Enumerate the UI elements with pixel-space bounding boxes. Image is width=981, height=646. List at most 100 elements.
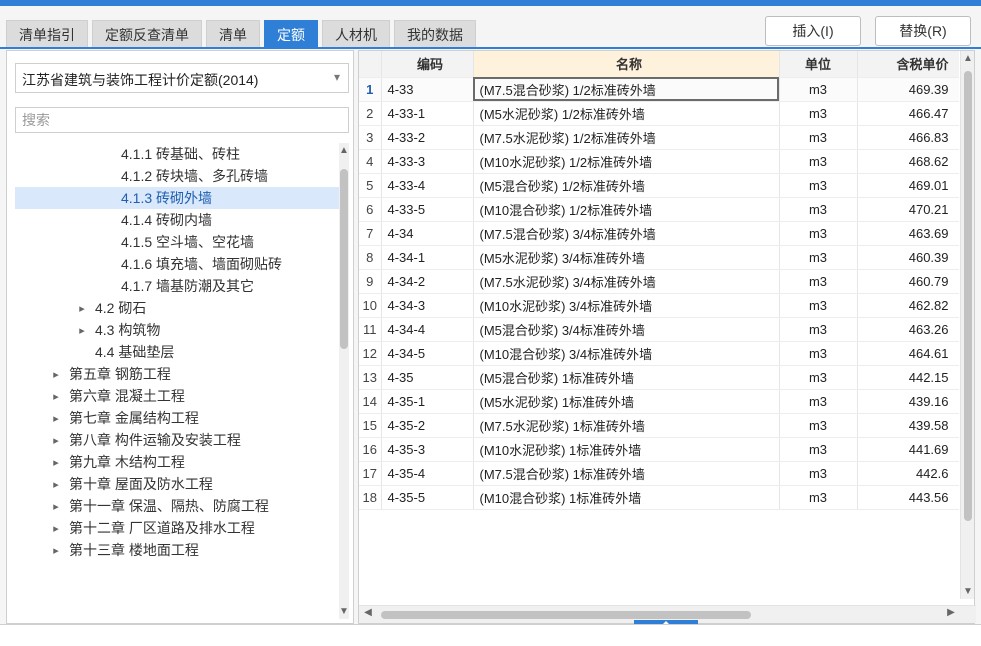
triangle-right-icon[interactable]: ▸ [49,434,63,447]
search-input[interactable] [15,107,349,133]
column-header-code[interactable]: 编码 [381,51,474,78]
tab-quota[interactable]: 定额 [264,20,318,48]
cell-price[interactable]: 469.39 [857,77,959,102]
cell-code[interactable]: 4-35-1 [381,389,474,414]
replace-button[interactable]: 替换(R) [875,16,971,46]
cell-code[interactable]: 4-35-2 [381,413,474,438]
tree-item-active[interactable]: 4.1.3 砖砌外墙 [15,187,349,209]
cell-unit[interactable]: m3 [779,389,858,414]
table-row[interactable]: 4 4-33-3 (M10水泥砂浆) 1/2标准砖外墙 m3 468.62 [359,149,959,174]
table-row[interactable]: 10 4-34-3 (M10水泥砂浆) 3/4标准砖外墙 m3 462.82 [359,293,959,318]
cell-code[interactable]: 4-34-3 [381,293,474,318]
cell-unit[interactable]: m3 [779,485,858,510]
cell-name[interactable]: (M10混合砂浆) 3/4标准砖外墙 [473,341,780,366]
cell-price[interactable]: 470.21 [857,197,959,222]
scroll-up-icon[interactable]: ▲ [339,145,349,156]
cell-name[interactable]: (M10水泥砂浆) 1/2标准砖外墙 [473,149,780,174]
table-row[interactable]: 16 4-35-3 (M10水泥砂浆) 1标准砖外墙 m3 441.69 [359,437,959,462]
cell-name[interactable]: (M7.5混合砂浆) 1/2标准砖外墙 [473,77,780,102]
cell-unit[interactable]: m3 [779,77,858,102]
cell-code[interactable]: 4-33-3 [381,149,474,174]
cell-unit[interactable]: m3 [779,101,858,126]
tree-item[interactable]: ▸ 第十章 屋面及防水工程 [15,473,349,495]
cell-unit[interactable]: m3 [779,437,858,462]
cell-code[interactable]: 4-34-5 [381,341,474,366]
table-row[interactable]: 6 4-33-5 (M10混合砂浆) 1/2标准砖外墙 m3 470.21 [359,197,959,222]
grid-vertical-scrollbar[interactable]: ▲ ▼ [960,51,974,599]
scroll-up-icon[interactable]: ▲ [961,53,975,64]
tree-item[interactable]: 4.1.6 填充墙、墙面砌贴砖 [15,253,349,275]
table-row[interactable]: 14 4-35-1 (M5水泥砂浆) 1标准砖外墙 m3 439.16 [359,389,959,414]
cell-price[interactable]: 463.26 [857,317,959,342]
table-row[interactable]: 9 4-34-2 (M7.5水泥砂浆) 3/4标准砖外墙 m3 460.79 [359,269,959,294]
tree-item[interactable]: ▸ 4.3 构筑物 [15,319,349,341]
cell-name[interactable]: (M5混合砂浆) 1/2标准砖外墙 [473,173,780,198]
cell-price[interactable]: 468.62 [857,149,959,174]
cell-price[interactable]: 469.01 [857,173,959,198]
cell-code[interactable]: 4-33-1 [381,101,474,126]
scroll-left-icon[interactable]: ◀ [361,607,375,618]
cell-name[interactable]: (M7.5水泥砂浆) 1标准砖外墙 [473,413,780,438]
tree-item[interactable]: ▸ 第十二章 厂区道路及排水工程 [15,517,349,539]
cell-code[interactable]: 4-34-1 [381,245,474,270]
table-row[interactable]: 18 4-35-5 (M10混合砂浆) 1标准砖外墙 m3 443.56 [359,485,959,510]
cell-unit[interactable]: m3 [779,125,858,150]
tree-item[interactable]: ▸ 第十一章 保温、隔热、防腐工程 [15,495,349,517]
triangle-right-icon[interactable]: ▸ [49,368,63,381]
cell-name[interactable]: (M7.5水泥砂浆) 3/4标准砖外墙 [473,269,780,294]
scroll-down-icon[interactable]: ▼ [339,606,349,617]
tree-item[interactable]: 4.1.4 砖砌内墙 [15,209,349,231]
cell-unit[interactable]: m3 [779,245,858,270]
tree-item[interactable]: 4.4 基础垫层 [15,341,349,363]
cell-code[interactable]: 4-35 [381,365,474,390]
cell-name[interactable]: (M10水泥砂浆) 1标准砖外墙 [473,437,780,462]
cell-name[interactable]: (M7.5混合砂浆) 1标准砖外墙 [473,461,780,486]
cell-unit[interactable]: m3 [779,341,858,366]
column-header-unit[interactable]: 单位 [779,51,858,78]
triangle-right-icon[interactable]: ▸ [49,544,63,557]
tree-item[interactable]: ▸ 第六章 混凝土工程 [15,385,349,407]
cell-price[interactable]: 460.79 [857,269,959,294]
cell-unit[interactable]: m3 [779,317,858,342]
triangle-right-icon[interactable]: ▸ [49,478,63,491]
table-row[interactable]: 13 4-35 (M5混合砂浆) 1标准砖外墙 m3 442.15 [359,365,959,390]
cell-price[interactable]: 466.47 [857,101,959,126]
cell-price[interactable]: 443.56 [857,485,959,510]
cell-name[interactable]: (M10水泥砂浆) 3/4标准砖外墙 [473,293,780,318]
tree-item[interactable]: 4.1.1 砖基础、砖柱 [15,143,349,165]
tab-quota-guide[interactable]: 清单指引 [6,20,88,48]
triangle-right-icon[interactable]: ▸ [75,324,89,337]
table-row[interactable]: 7 4-34 (M7.5混合砂浆) 3/4标准砖外墙 m3 463.69 [359,221,959,246]
table-row[interactable]: 15 4-35-2 (M7.5水泥砂浆) 1标准砖外墙 m3 439.58 [359,413,959,438]
cell-unit[interactable]: m3 [779,269,858,294]
triangle-right-icon[interactable]: ▸ [49,390,63,403]
cell-code[interactable]: 4-34-4 [381,317,474,342]
column-header-price[interactable]: 含税单价 [857,51,959,78]
tree-item[interactable]: ▸ 第八章 构件运输及安装工程 [15,429,349,451]
cell-unit[interactable]: m3 [779,221,858,246]
tree-item[interactable]: ▸ 4.2 砌石 [15,297,349,319]
table-row[interactable]: 1 4-33 (M7.5混合砂浆) 1/2标准砖外墙 m3 469.39 [359,77,959,102]
cell-price[interactable]: 442.6 [857,461,959,486]
cell-unit[interactable]: m3 [779,173,858,198]
cell-code[interactable]: 4-33-5 [381,197,474,222]
insert-button[interactable]: 插入(I) [765,16,861,46]
cell-name[interactable]: (M7.5混合砂浆) 3/4标准砖外墙 [473,221,780,246]
table-row[interactable]: 3 4-33-2 (M7.5水泥砂浆) 1/2标准砖外墙 m3 466.83 [359,125,959,150]
scroll-right-icon[interactable]: ▶ [944,607,958,618]
tree-item[interactable]: ▸ 第十三章 楼地面工程 [15,539,349,561]
tree-item[interactable]: ▸ 第七章 金属结构工程 [15,407,349,429]
cell-name[interactable]: (M5水泥砂浆) 1/2标准砖外墙 [473,101,780,126]
cell-price[interactable]: 460.39 [857,245,959,270]
cell-unit[interactable]: m3 [779,197,858,222]
grid-hscroll-thumb[interactable] [381,611,751,619]
cell-name[interactable]: (M5混合砂浆) 1标准砖外墙 [473,365,780,390]
tree-scrollbar[interactable]: ▲ ▼ [339,143,349,619]
tree-item[interactable]: 4.1.5 空斗墙、空花墙 [15,231,349,253]
table-row[interactable]: 11 4-34-4 (M5混合砂浆) 3/4标准砖外墙 m3 463.26 [359,317,959,342]
tree-item[interactable]: ▸ 第五章 钢筋工程 [15,363,349,385]
cell-name[interactable]: (M7.5水泥砂浆) 1/2标准砖外墙 [473,125,780,150]
cell-code[interactable]: 4-35-5 [381,485,474,510]
table-row[interactable]: 2 4-33-1 (M5水泥砂浆) 1/2标准砖外墙 m3 466.47 [359,101,959,126]
tree-item[interactable]: ▸ 第九章 木结构工程 [15,451,349,473]
